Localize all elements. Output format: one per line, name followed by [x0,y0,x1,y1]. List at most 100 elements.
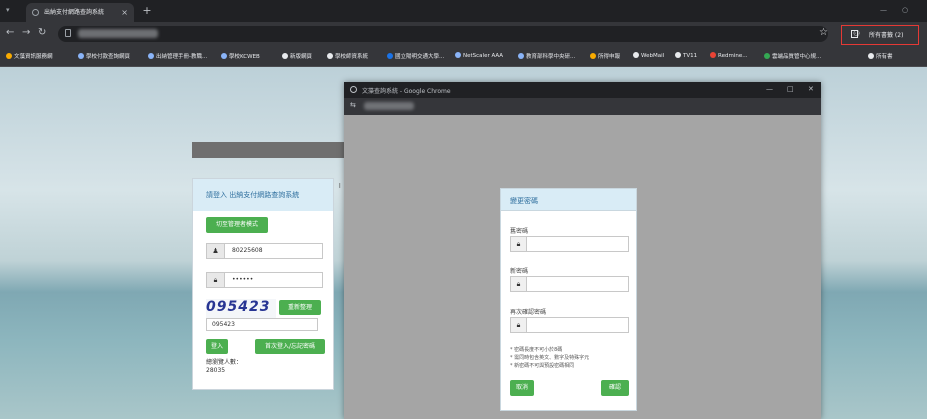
tab-close-icon[interactable]: × [121,3,128,22]
bookmark-label: TV11 [683,53,698,59]
restore-icon[interactable]: ○ [902,6,908,14]
visitor-count: 28035 [206,367,226,374]
bookmark-item[interactable]: 學校師資系統 [327,52,368,60]
first-login-button[interactable]: 首次登入/忘記密碼 [255,339,325,354]
switch-admin-button[interactable]: 切至管理者模式 [206,217,268,233]
bookmark-favicon-icon [221,53,227,59]
popup-maximize-icon[interactable]: □ [787,85,794,93]
lock-icon: 🔒︎ [511,318,527,332]
bookmark-item[interactable]: WebMail [633,52,664,59]
login-button[interactable]: 登入 [206,339,228,354]
new-tab-button[interactable]: + [140,3,154,19]
bookmark-label: 出納管理手冊-教職... [156,54,208,60]
login-title: 請登入 出納支付網路查詢系統 [206,191,300,199]
dialog-title: 變更密碼 [510,197,538,205]
bookmark-favicon-icon [518,53,524,59]
bookmark-item[interactable]: 所得申報 [590,52,620,60]
bookmark-label: 雲端品質管中心規... [772,54,822,60]
captcha-input[interactable]: 095423 [206,318,318,331]
captcha-image: 095423 [206,299,276,319]
bookmark-favicon-icon [78,53,84,59]
cancel-button[interactable]: 取消 [510,380,534,396]
bookmark-favicon-icon [764,53,770,59]
bookmark-favicon-icon [148,53,154,59]
address-bar-url-blurred [78,29,158,38]
confirm-password-field[interactable]: 🔒︎ [510,317,629,333]
page-header-strip [192,142,347,158]
lock-icon: 🔒︎ [207,273,225,287]
bookmark-favicon-icon [710,52,716,58]
password-field[interactable]: 🔒︎ •••••• [206,272,323,288]
bookmark-label: 教育部科學中央研... [526,54,576,60]
bookmark-item[interactable]: 文藻資訊服務網 [6,52,53,60]
bookmark-favicon-icon [6,53,12,59]
popup-address-bar [344,98,821,115]
bookmark-item[interactable]: 出納管理手冊-教職... [148,52,207,60]
bookmark-label: 學校KCWEB [229,54,260,60]
popup-favicon-icon [350,86,357,93]
site-info-icon[interactable] [65,29,71,37]
confirm-password-label: 再次確認密碼 [510,309,547,316]
bookmark-item[interactable]: Redmine... [710,52,747,59]
back-icon[interactable]: ← [6,27,14,38]
bookmark-item[interactable]: 新版網頁 [282,52,312,60]
bookmark-favicon-icon [327,53,333,59]
password-rule-note: * 需同時包含英文、數字及特殊字元 [510,355,590,361]
bookmark-item[interactable]: 學校付款查詢網頁 [78,52,130,60]
bookmark-label: 國立陽明交通大學... [395,54,445,60]
reload-icon[interactable]: ↻ [38,27,46,38]
password-rule-note: * 新密碼不可與預設密碼相同 [510,363,575,369]
tab-search-icon[interactable]: ▾ [6,6,10,14]
bookmark-item[interactable]: TV11 [675,52,697,59]
bookmark-label: 學校師資系統 [335,54,369,60]
bookmark-item[interactable]: 教育部科學中央研... [518,52,575,60]
bookmark-favicon-icon [633,52,639,58]
bookmark-label: 新版網頁 [290,54,313,60]
captcha-input-value: 095423 [212,321,235,328]
lock-icon: 🔒︎ [511,237,527,251]
minimize-icon[interactable]: — [880,6,887,14]
popup-site-info-icon[interactable]: ⇆ [350,101,356,109]
lock-icon: 🔒︎ [511,277,527,291]
old-password-field[interactable]: 🔒︎ [510,236,629,252]
bookmark-label: NetScaler AAA [463,53,504,59]
profile-button[interactable]: 所有書籤 (2) [869,30,903,39]
bookmark-favicon-icon [387,53,393,59]
bookmark-favicon-icon [675,52,681,58]
bookmark-label: 學校付款查詢網頁 [86,54,131,60]
bookmark-item[interactable]: 國立陽明交通大學... [387,52,444,60]
bookmark-favicon-icon [455,52,461,58]
account-value: 80225608 [232,247,263,254]
account-field[interactable]: ♟ 80225608 [206,243,323,259]
password-value: •••••• [232,276,254,283]
popup-close-icon[interactable]: ✕ [808,85,814,93]
bookmark-item[interactable]: 學校KCWEB [221,52,260,60]
bookmark-item[interactable]: 雲端品質管中心規... [764,52,821,60]
bookmark-item[interactable]: 所有書 [868,52,893,60]
popup-url-blurred [364,102,414,110]
visitor-label: 總瀏覽人數： [206,359,243,366]
user-icon: ♟ [207,244,225,258]
popup-minimize-icon[interactable]: — [766,85,773,93]
old-password-label: 舊密碼 [510,228,529,235]
bookmark-label: Redmine... [718,53,748,59]
profile-icon[interactable]: ⚇ [853,29,860,38]
tab-title: 出納支付網路查詢系統 [44,9,105,16]
popup-window-title: 文藻查詢系統 - Google Chrome [362,88,451,95]
new-password-field[interactable]: 🔒︎ [510,276,629,292]
address-bar[interactable] [58,26,828,42]
new-password-label: 新密碼 [510,268,529,275]
bookmark-item[interactable]: NetScaler AAA [455,52,503,59]
side-text-fragment: l [339,183,341,190]
browser-tab[interactable]: 出納支付網路查詢系統 × [26,3,134,22]
change-password-dialog [500,188,637,411]
bookmark-label: 所得申報 [598,54,621,60]
confirm-button[interactable]: 確認 [601,380,629,396]
refresh-captcha-button[interactable]: 重新整理 [279,300,321,315]
bookmark-label: 文藻資訊服務網 [14,54,53,60]
bookmark-label: WebMail [641,53,665,59]
forward-icon[interactable]: → [22,27,30,38]
tab-favicon-icon [32,9,39,16]
bookmark-star-icon[interactable]: ☆ [819,27,828,38]
bookmark-favicon-icon [868,53,874,59]
